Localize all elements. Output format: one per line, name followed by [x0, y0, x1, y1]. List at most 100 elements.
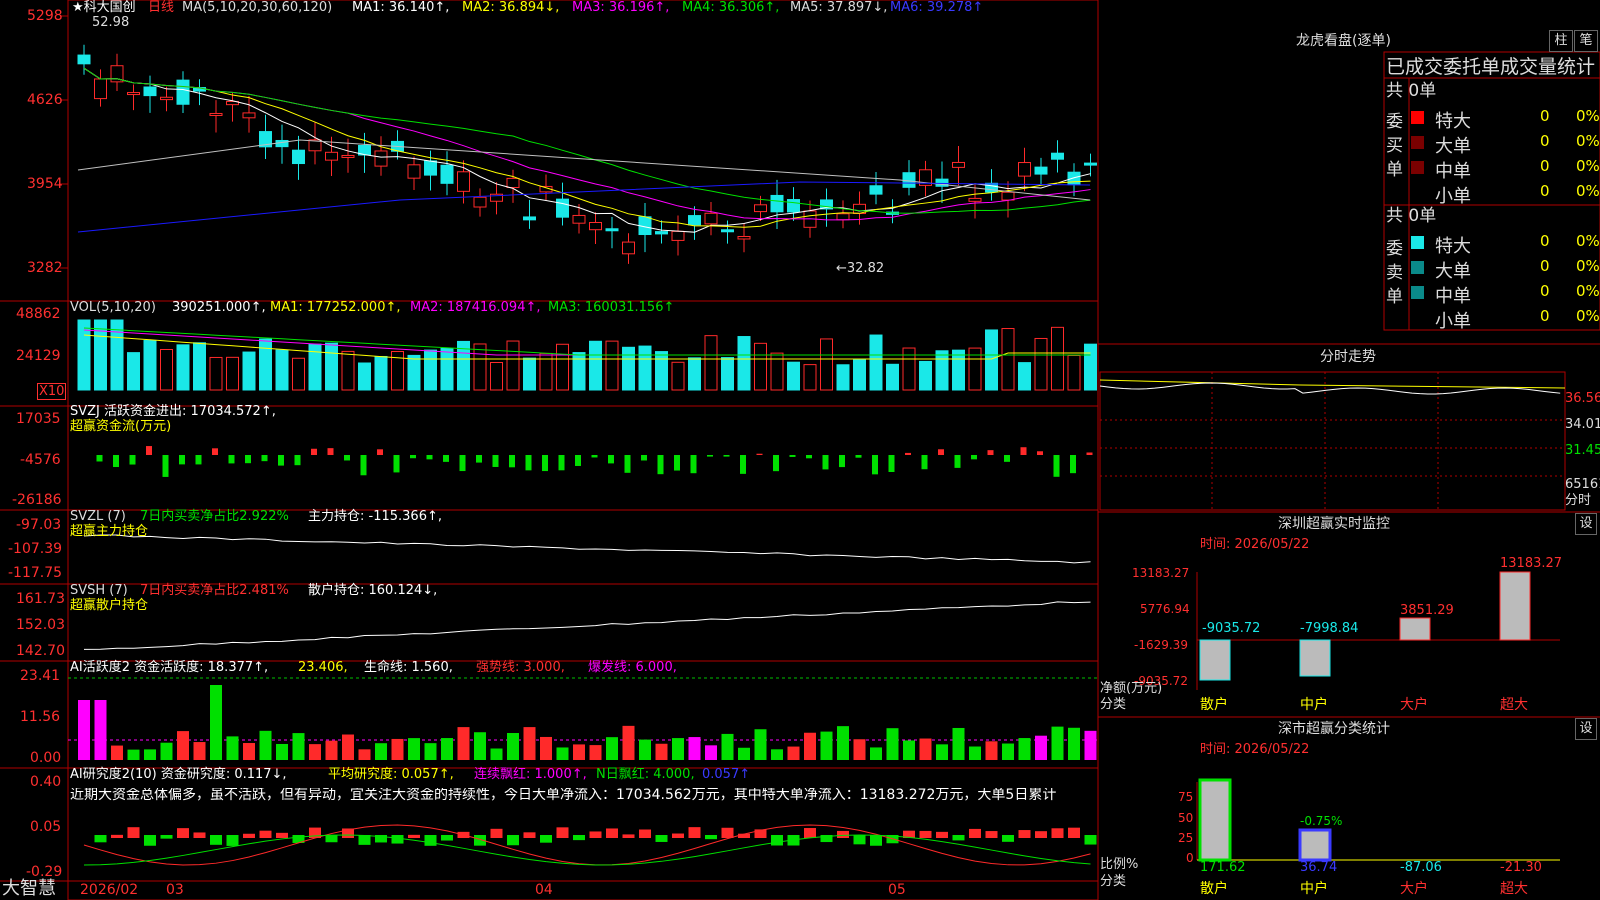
volume-bar	[292, 357, 305, 391]
sell-row-name: 大单	[1435, 261, 1471, 282]
volume-bar	[226, 356, 239, 391]
intraday-price-line	[1099, 382, 1561, 395]
activity-bar	[292, 733, 305, 760]
activity-bar	[573, 744, 585, 760]
volume-bar	[160, 349, 173, 391]
candle	[209, 112, 223, 116]
ai1-axis-mid: 11.56	[20, 709, 61, 725]
period-label[interactable]: 日线	[148, 1, 174, 14]
candle	[985, 182, 998, 193]
sell-row-percent: 0%	[1576, 282, 1600, 300]
research-bar	[1035, 831, 1047, 838]
volume-bar	[523, 357, 536, 391]
bar-mode-button[interactable]: 柱	[1549, 30, 1573, 52]
net-bar-retail	[1199, 639, 1231, 681]
vol-unit-badge[interactable]: X10	[37, 383, 67, 400]
buy-row-count: 0	[1540, 182, 1550, 200]
sz-settings-button[interactable]: 设	[1575, 513, 1597, 535]
brand-logo[interactable]: 大智慧	[2, 880, 56, 898]
volume-bar	[820, 338, 833, 391]
svzl-axis-bot: -117.75	[8, 565, 63, 581]
sell-row-name: 特大	[1435, 236, 1471, 257]
cat-medium: 中户	[1300, 697, 1328, 713]
research-bar	[721, 827, 734, 838]
flow-bar	[789, 455, 796, 457]
buy-row-swatch	[1411, 136, 1424, 149]
svzl-axis-top: -97.03	[16, 517, 62, 533]
sell-total: 共 0单	[1386, 206, 1437, 226]
flow-bar	[641, 455, 647, 461]
net-val-retail: -9035.72	[1202, 621, 1261, 636]
flow-bar	[723, 455, 730, 457]
flow-bar	[1053, 455, 1060, 477]
research-bar	[622, 834, 635, 838]
ai2-header: AI研究度2(10) 资金研究度: 0.117↓,	[70, 767, 287, 782]
candle	[325, 151, 338, 161]
research-bar	[952, 835, 965, 841]
main-hold-line	[83, 534, 1091, 564]
flow-bar	[1070, 455, 1076, 474]
activity-bar	[589, 745, 602, 760]
activity-bar	[1051, 726, 1064, 760]
candle	[589, 221, 602, 231]
volume-bar	[902, 347, 916, 391]
cls-cat-large: 大户	[1400, 881, 1428, 897]
net-axis-2: 5776.94	[1140, 602, 1190, 616]
svzj-axis-top: 17035	[16, 411, 61, 427]
activity-bar	[342, 734, 354, 760]
price-axis-3: 3282	[27, 260, 63, 276]
research-bar	[804, 828, 816, 838]
activity-bar	[490, 748, 503, 760]
candle	[374, 150, 388, 167]
activity-bar	[78, 700, 90, 760]
activity-bar	[259, 730, 272, 760]
buy-row-name: 中单	[1435, 161, 1471, 182]
flow-bar	[162, 455, 169, 477]
high-price-mark: 52.98	[92, 15, 130, 30]
research-bar	[276, 832, 288, 838]
ai2-cont: 连续飘红: 1.000↑,	[474, 767, 587, 782]
chart-canvas[interactable]	[0, 0, 1600, 900]
net-axis-1: 13183.27	[1132, 566, 1190, 580]
buy-side-label: 委买单	[1386, 112, 1403, 180]
flow-bar	[492, 455, 499, 467]
volume-bar	[836, 364, 850, 391]
cls-settings-button[interactable]: 设	[1575, 718, 1597, 740]
research-bar	[606, 828, 618, 838]
tick-mode-button[interactable]: 笔	[1574, 30, 1598, 52]
ai2-axis-top: 0.40	[30, 774, 62, 790]
lhb-title: 龙虎看盘(逐单)	[1296, 33, 1391, 49]
research-bar	[226, 835, 239, 846]
intraday-y3: 31.45	[1565, 443, 1600, 458]
candle	[605, 228, 619, 232]
ai1-burst: 爆发线: 6.000,	[588, 660, 677, 675]
candle	[506, 177, 520, 188]
volume-bar	[803, 364, 817, 391]
cls-title: 深市超赢分类统计	[1278, 721, 1390, 737]
volume-bar	[259, 338, 272, 391]
activity-bar	[903, 740, 915, 760]
date-04: 04	[535, 882, 553, 898]
sell-row-count: 0	[1540, 232, 1550, 250]
flow-bar	[294, 455, 301, 466]
intraday-vol: 65161	[1565, 477, 1600, 492]
volume-bar	[490, 361, 503, 391]
activity-bar	[606, 737, 618, 760]
flow-bar	[674, 455, 680, 471]
ai2-axis-bot: -0.29	[26, 864, 63, 880]
flow-bar	[558, 455, 565, 471]
cat-large: 大户	[1400, 697, 1428, 713]
activity-bar	[919, 738, 932, 760]
cls-time: 时间: 2026/05/22	[1200, 742, 1310, 757]
ma3-value: MA3: 36.196↑,	[572, 0, 670, 15]
research-bar	[523, 832, 536, 838]
candle	[688, 215, 701, 226]
activity-bar	[1035, 735, 1047, 760]
stock-name[interactable]: ★科大国创	[72, 1, 136, 14]
flow-bar	[954, 455, 961, 468]
research-bar	[573, 835, 585, 841]
sell-row-swatch	[1411, 286, 1424, 299]
activity-bar	[985, 741, 998, 760]
buy-row-name: 特大	[1435, 111, 1471, 132]
svzj-axis-bot: -26186	[12, 492, 62, 508]
